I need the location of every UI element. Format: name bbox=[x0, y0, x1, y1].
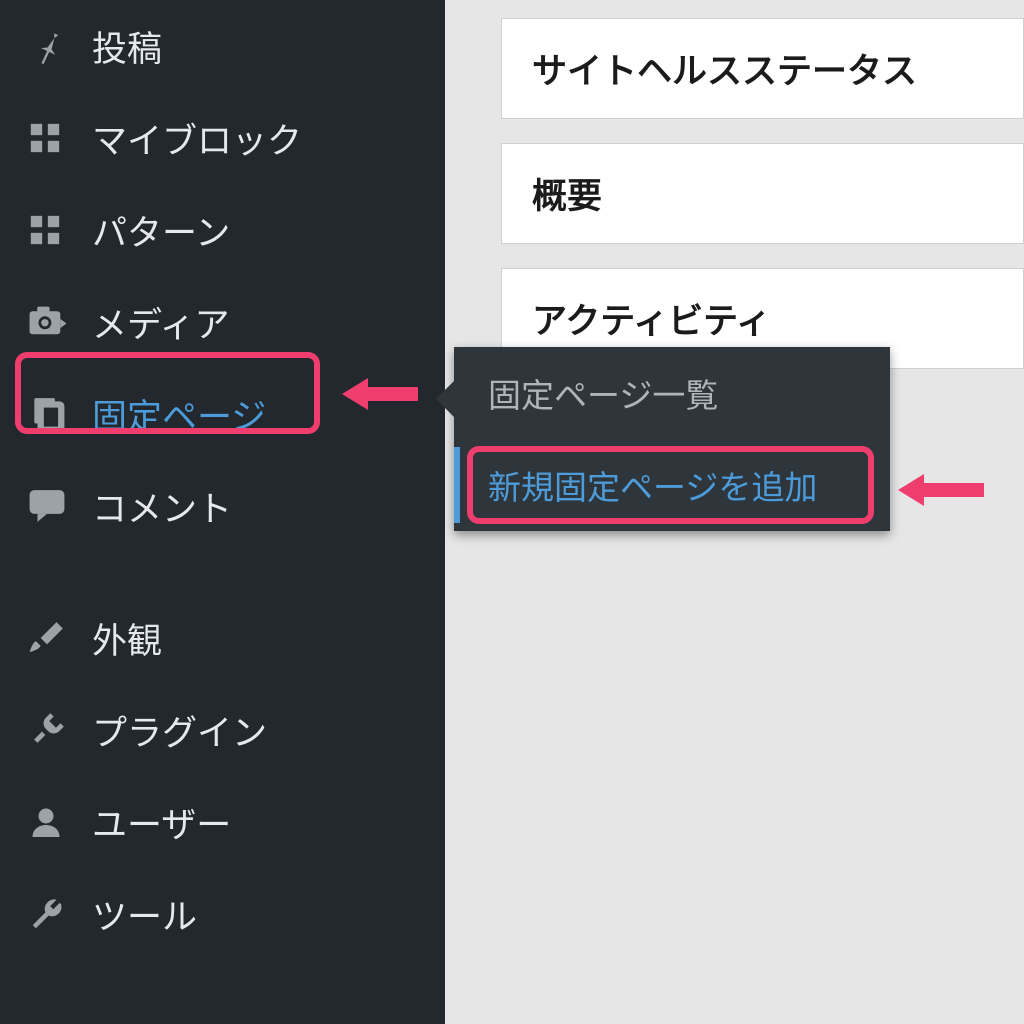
panel-site-health[interactable]: サイトヘルスステータス bbox=[501, 18, 1024, 119]
panel-title: アクティビティ bbox=[532, 302, 771, 341]
sidebar-item-label: コメント bbox=[92, 481, 232, 532]
grid-icon bbox=[28, 213, 74, 247]
sidebar-item-media[interactable]: メディア bbox=[0, 276, 445, 368]
camera-icon bbox=[28, 305, 74, 339]
sidebar-item-users[interactable]: ユーザー bbox=[0, 776, 445, 868]
flyout-item-label: 新規固定ページを追加 bbox=[488, 469, 817, 506]
flyout-item-page-list[interactable]: 固定ページ一覧 bbox=[454, 347, 890, 439]
wrench-icon bbox=[28, 895, 74, 933]
flyout-item-add-new-page[interactable]: 新規固定ページを追加 bbox=[454, 439, 890, 531]
sidebar-item-label: ツール bbox=[92, 889, 197, 940]
sidebar-item-posts[interactable]: 投稿 bbox=[0, 0, 445, 92]
panel-overview[interactable]: 概要 bbox=[501, 143, 1024, 244]
sidebar-item-plugins[interactable]: プラグイン bbox=[0, 684, 445, 776]
sidebar-item-tools[interactable]: ツール bbox=[0, 868, 445, 960]
pages-icon bbox=[28, 395, 74, 433]
panel-title: サイトヘルスステータス bbox=[532, 52, 917, 91]
sidebar-item-label: マイブロック bbox=[92, 113, 302, 164]
sidebar-item-patterns[interactable]: パターン bbox=[0, 184, 445, 276]
sidebar-item-label: 投稿 bbox=[92, 21, 162, 72]
sidebar-item-pages[interactable]: 固定ページ bbox=[0, 368, 445, 460]
sidebar-item-label: プラグイン bbox=[92, 705, 267, 756]
pin-icon bbox=[28, 27, 74, 65]
user-icon bbox=[28, 804, 74, 840]
flyout-item-label: 固定ページ一覧 bbox=[488, 377, 718, 414]
sidebar-divider bbox=[0, 552, 445, 592]
grid-icon bbox=[28, 121, 74, 155]
brush-icon bbox=[28, 619, 74, 657]
sidebar-item-my-blocks[interactable]: マイブロック bbox=[0, 92, 445, 184]
admin-sidebar: 投稿 マイブロック パターン メディア 固定ページ コメント bbox=[0, 0, 445, 1024]
sidebar-item-comments[interactable]: コメント bbox=[0, 460, 445, 552]
pages-flyout: 固定ページ一覧 新規固定ページを追加 bbox=[454, 347, 890, 531]
sidebar-item-appearance[interactable]: 外観 bbox=[0, 592, 445, 684]
sidebar-item-label: メディア bbox=[92, 297, 230, 348]
sidebar-item-label: 外観 bbox=[92, 613, 162, 664]
sidebar-item-label: パターン bbox=[92, 205, 230, 256]
comment-icon bbox=[28, 488, 74, 524]
annotation-arrow-left-2 bbox=[898, 474, 984, 506]
sidebar-item-label: 固定ページ bbox=[92, 389, 266, 440]
plug-icon bbox=[28, 711, 74, 749]
panel-title: 概要 bbox=[532, 177, 602, 216]
sidebar-item-label: ユーザー bbox=[92, 797, 231, 848]
